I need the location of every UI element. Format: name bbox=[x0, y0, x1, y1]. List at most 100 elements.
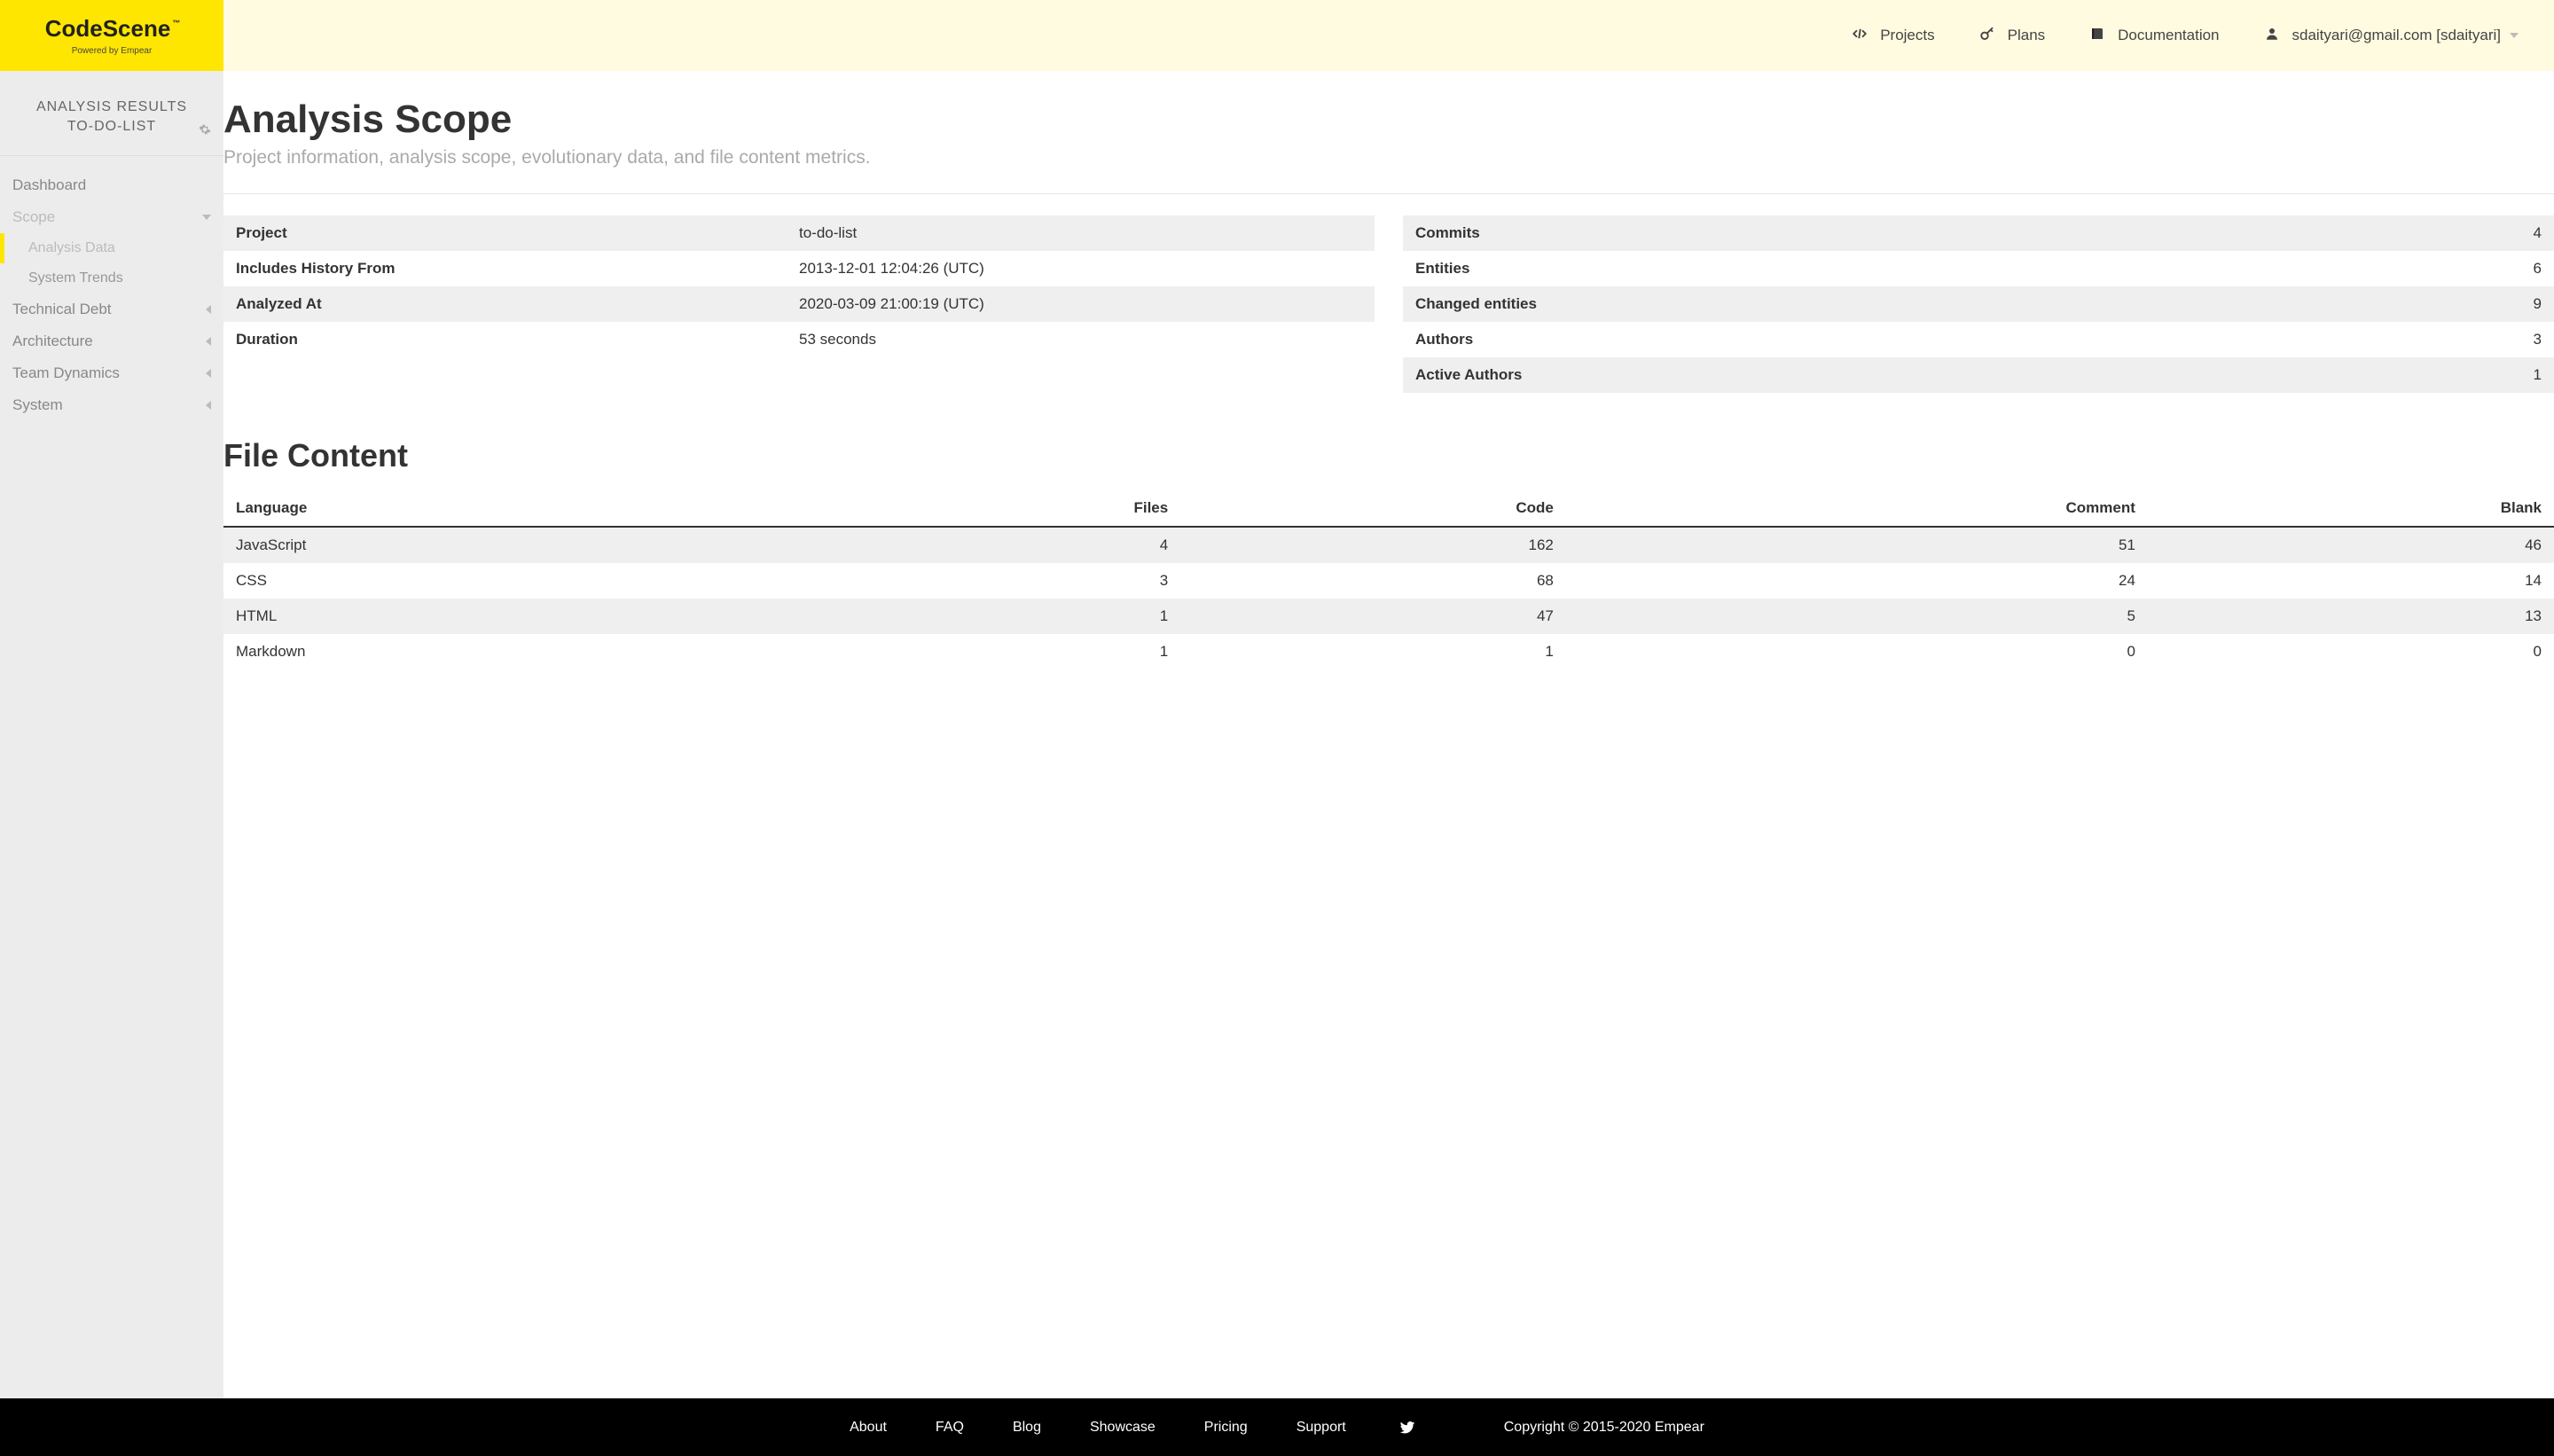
table-cell: 14 bbox=[2148, 563, 2554, 599]
chevron-down-icon bbox=[202, 215, 211, 220]
book-icon bbox=[2089, 26, 2105, 46]
stat-row: Projectto-do-list bbox=[223, 215, 1375, 251]
sidebar-item-scope[interactable]: Scope bbox=[0, 201, 223, 233]
stat-value: 3 bbox=[1978, 331, 2542, 348]
sidebar-item-team-dynamics[interactable]: Team Dynamics bbox=[0, 357, 223, 389]
key-icon bbox=[1979, 26, 1995, 46]
footer-link[interactable]: Showcase bbox=[1090, 1420, 1156, 1436]
stat-row: Commits4 bbox=[1403, 215, 2554, 251]
sidebar-item-technical-debt[interactable]: Technical Debt bbox=[0, 294, 223, 325]
nav-plans[interactable]: Plans bbox=[1979, 26, 2046, 46]
stat-label: Changed entities bbox=[1415, 295, 1978, 313]
chevron-down-icon bbox=[2510, 33, 2519, 38]
table-header: Language bbox=[223, 490, 816, 527]
table-cell: JavaScript bbox=[223, 527, 816, 563]
trademark: ™ bbox=[172, 19, 180, 27]
page-subtitle: Project information, analysis scope, evo… bbox=[223, 147, 2554, 194]
footer-link[interactable]: Pricing bbox=[1204, 1420, 1248, 1436]
nav-projects[interactable]: Projects bbox=[1852, 26, 1934, 46]
stat-label: Active Authors bbox=[1415, 366, 1978, 384]
sidebar-item-architecture[interactable]: Architecture bbox=[0, 325, 223, 357]
project-info-table: Projectto-do-listIncludes History From20… bbox=[223, 215, 1375, 393]
chevron-left-icon bbox=[206, 337, 211, 346]
stat-row: Active Authors1 bbox=[1403, 357, 2554, 393]
nav-user-label: sdaityari@gmail.com [sdaityari] bbox=[2292, 27, 2502, 44]
nav-user-menu[interactable]: sdaityari@gmail.com [sdaityari] bbox=[2264, 26, 2519, 46]
stat-label: Entities bbox=[1415, 260, 1978, 278]
top-nav: Projects Plans Documentation sdaityari@g… bbox=[223, 0, 2554, 71]
table-cell: Markdown bbox=[223, 634, 816, 669]
sidebar-title-1: ANALYSIS RESULTS bbox=[18, 98, 206, 117]
table-header: Files bbox=[816, 490, 1181, 527]
stat-value: 2013-12-01 12:04:26 (UTC) bbox=[799, 260, 1362, 278]
sidebar-item-system[interactable]: System bbox=[0, 389, 223, 421]
stat-row: Changed entities9 bbox=[1403, 286, 2554, 322]
stat-value: to-do-list bbox=[799, 224, 1362, 242]
footer-link[interactable]: FAQ bbox=[936, 1420, 964, 1436]
logo[interactable]: CodeScene™ Powered by Empear bbox=[0, 0, 223, 71]
table-cell: 1 bbox=[816, 634, 1181, 669]
user-icon bbox=[2264, 26, 2280, 46]
table-header: Comment bbox=[1566, 490, 2148, 527]
stat-row: Includes History From2013-12-01 12:04:26… bbox=[223, 251, 1375, 286]
sidebar-item-label: Analysis Data bbox=[28, 240, 115, 255]
footer-link[interactable]: About bbox=[850, 1420, 887, 1436]
chevron-left-icon bbox=[206, 305, 211, 314]
gear-icon[interactable] bbox=[199, 122, 211, 142]
footer-link[interactable]: Support bbox=[1297, 1420, 1346, 1436]
stat-label: Commits bbox=[1415, 224, 1978, 242]
sidebar-item-label: Technical Debt bbox=[12, 301, 112, 318]
table-cell: 4 bbox=[816, 527, 1181, 563]
sidebar-item-label: Dashboard bbox=[12, 176, 86, 194]
table-cell: CSS bbox=[223, 563, 816, 599]
sidebar-sub-analysis-data[interactable]: Analysis Data bbox=[0, 233, 223, 263]
chevron-left-icon bbox=[206, 401, 211, 410]
table-cell: 47 bbox=[1180, 599, 1566, 634]
table-cell: 24 bbox=[1566, 563, 2148, 599]
table-cell: 68 bbox=[1180, 563, 1566, 599]
file-content-title: File Content bbox=[223, 437, 2554, 474]
stat-row: Authors3 bbox=[1403, 322, 2554, 357]
stat-label: Includes History From bbox=[236, 260, 799, 278]
stat-value: 53 seconds bbox=[799, 331, 1362, 348]
nav-plans-label: Plans bbox=[2008, 27, 2046, 44]
table-cell: 46 bbox=[2148, 527, 2554, 563]
sidebar-item-label: Architecture bbox=[12, 333, 93, 350]
nav-docs-label: Documentation bbox=[2118, 27, 2219, 44]
table-header: Blank bbox=[2148, 490, 2554, 527]
chevron-left-icon bbox=[206, 369, 211, 378]
table-cell: 1 bbox=[816, 599, 1181, 634]
main-content: Analysis Scope Project information, anal… bbox=[223, 71, 2554, 1398]
stat-label: Analyzed At bbox=[236, 295, 799, 313]
sidebar-item-label: System bbox=[12, 396, 63, 414]
code-icon bbox=[1852, 26, 1868, 46]
table-row: Markdown1100 bbox=[223, 634, 2554, 669]
table-cell: 13 bbox=[2148, 599, 2554, 634]
nav-docs[interactable]: Documentation bbox=[2089, 26, 2219, 46]
table-cell: HTML bbox=[223, 599, 816, 634]
table-cell: 5 bbox=[1566, 599, 2148, 634]
stat-row: Analyzed At2020-03-09 21:00:19 (UTC) bbox=[223, 286, 1375, 322]
stat-label: Project bbox=[236, 224, 799, 242]
stat-row: Duration53 seconds bbox=[223, 322, 1375, 357]
table-cell: 51 bbox=[1566, 527, 2148, 563]
nav-projects-label: Projects bbox=[1880, 27, 1934, 44]
sidebar-header: ANALYSIS RESULTS TO-DO-LIST bbox=[0, 98, 223, 156]
brand-name: CodeScene bbox=[45, 15, 171, 42]
stat-value: 6 bbox=[1978, 260, 2542, 278]
table-header: Code bbox=[1180, 490, 1566, 527]
table-row: HTML147513 bbox=[223, 599, 2554, 634]
stat-label: Duration bbox=[236, 331, 799, 348]
twitter-icon[interactable] bbox=[1399, 1420, 1415, 1436]
footer-copyright: Copyright © 2015-2020 Empear bbox=[1504, 1420, 1704, 1436]
table-cell: 3 bbox=[816, 563, 1181, 599]
table-row: JavaScript41625146 bbox=[223, 527, 2554, 563]
table-cell: 0 bbox=[1566, 634, 2148, 669]
footer-link[interactable]: Blog bbox=[1013, 1420, 1041, 1436]
commit-info-table: Commits4 Entities6 Changed entities9Author… bbox=[1403, 215, 2554, 393]
sidebar-sub-system-trends[interactable]: System Trends bbox=[0, 263, 223, 294]
sidebar-item-label: System Trends bbox=[28, 270, 123, 286]
sidebar-item-dashboard[interactable]: Dashboard bbox=[0, 169, 223, 201]
brand-subtitle: Powered by Empear bbox=[72, 46, 153, 56]
sidebar: ANALYSIS RESULTS TO-DO-LIST Dashboard Sc… bbox=[0, 71, 223, 1398]
